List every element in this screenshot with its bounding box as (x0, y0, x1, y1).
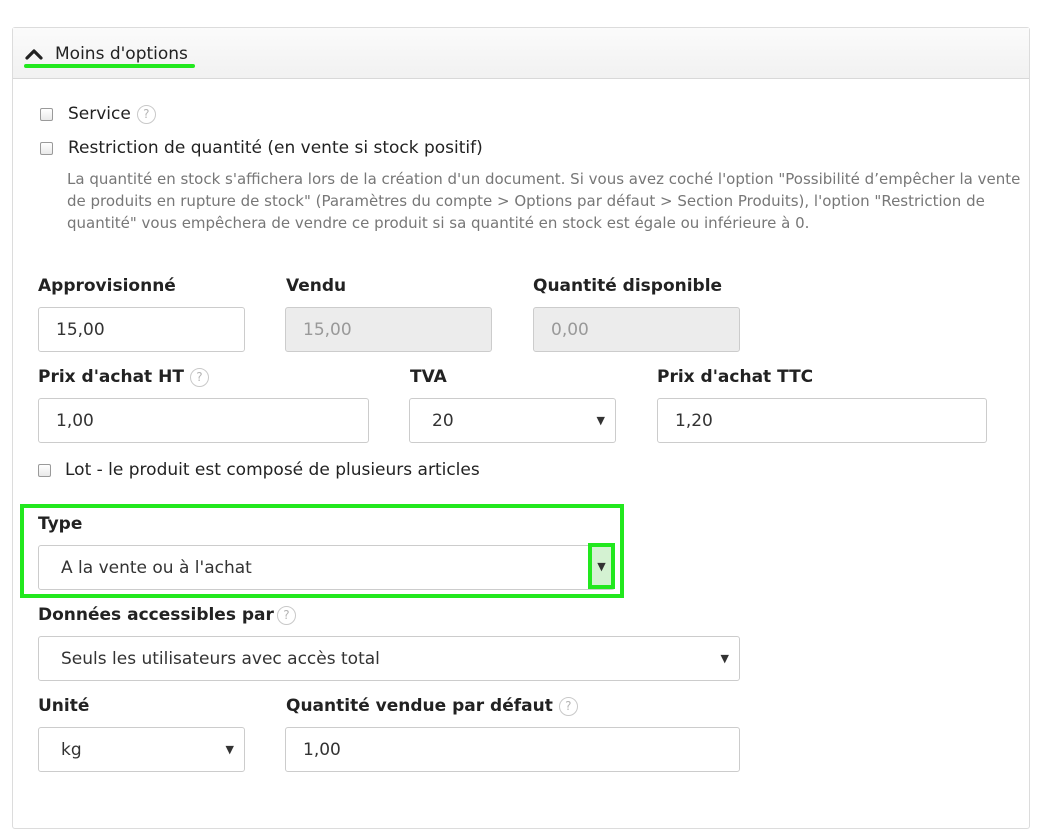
tva-label: TVA (410, 367, 447, 387)
tva-value: 20 (432, 410, 454, 431)
lot-checkbox[interactable] (38, 463, 51, 477)
prix-achat-ttc-label: Prix d'achat TTC (657, 367, 814, 387)
restriction-row: Restriction de quantité (en vente si sto… (40, 136, 483, 160)
help-icon[interactable]: ? (189, 367, 209, 387)
service-label: Service (68, 104, 131, 124)
chevron-up-icon (23, 44, 45, 64)
vendu-input: 15,00 (285, 307, 492, 352)
unite-select[interactable]: kg ▼ (38, 727, 245, 772)
prix-achat-ttc-input[interactable]: 1,20 (657, 398, 987, 443)
service-checkbox[interactable] (40, 107, 53, 121)
unite-label: Unité (38, 696, 90, 716)
dropdown-arrow-icon: ▼ (720, 652, 729, 665)
vendu-label: Vendu (286, 276, 347, 296)
prix-achat-ht-input[interactable]: 1,00 (38, 398, 369, 443)
help-icon[interactable]: ? (136, 104, 156, 124)
panel-header: Moins d'options (13, 28, 1029, 79)
type-select[interactable]: A la vente ou à l'achat (38, 545, 615, 590)
service-row: Service ? (40, 102, 156, 126)
prix-achat-ht-text: Prix d'achat HT (38, 367, 184, 387)
quantite-vendue-input[interactable]: 1,00 (285, 727, 740, 772)
quantite-disponible-label: Quantité disponible (533, 276, 723, 296)
highlight-underline (24, 64, 195, 68)
dropdown-arrow-icon[interactable]: ▼ (588, 543, 615, 589)
help-icon[interactable]: ? (558, 696, 578, 716)
lot-label: Lot - le produit est composé de plusieur… (65, 460, 480, 480)
approvisionne-input[interactable]: 15,00 (38, 307, 245, 352)
quantite-vendue-label: Quantité vendue par défaut ? (286, 696, 578, 716)
less-options-label: Moins d'options (55, 44, 188, 64)
donnees-select[interactable]: Seuls les utilisateurs avec accès total … (38, 636, 740, 681)
type-value: A la vente ou à l'achat (61, 557, 252, 578)
unite-value: kg (61, 739, 82, 760)
restriction-description: La quantité en stock s'affichera lors de… (67, 170, 1021, 232)
restriction-label: Restriction de quantité (en vente si sto… (68, 138, 483, 158)
dropdown-arrow-icon: ▼ (225, 743, 234, 756)
restriction-checkbox[interactable] (40, 141, 53, 155)
lot-row: Lot - le produit est composé de plusieur… (38, 458, 480, 482)
type-label: Type (38, 514, 83, 534)
dropdown-arrow-icon: ▼ (596, 414, 605, 427)
quantite-disponible-input: 0,00 (533, 307, 740, 352)
donnees-value: Seuls les utilisateurs avec accès total (61, 648, 380, 669)
help-icon[interactable]: ? (276, 605, 296, 625)
approvisionne-label: Approvisionné (38, 276, 176, 296)
donnees-label: Données accessibles par ? (38, 605, 296, 625)
prix-achat-ht-label: Prix d'achat HT ? (38, 367, 209, 387)
quantite-vendue-text: Quantité vendue par défaut (286, 696, 553, 716)
tva-select[interactable]: 20 ▼ (409, 398, 616, 443)
donnees-text: Données accessibles par (38, 605, 274, 625)
